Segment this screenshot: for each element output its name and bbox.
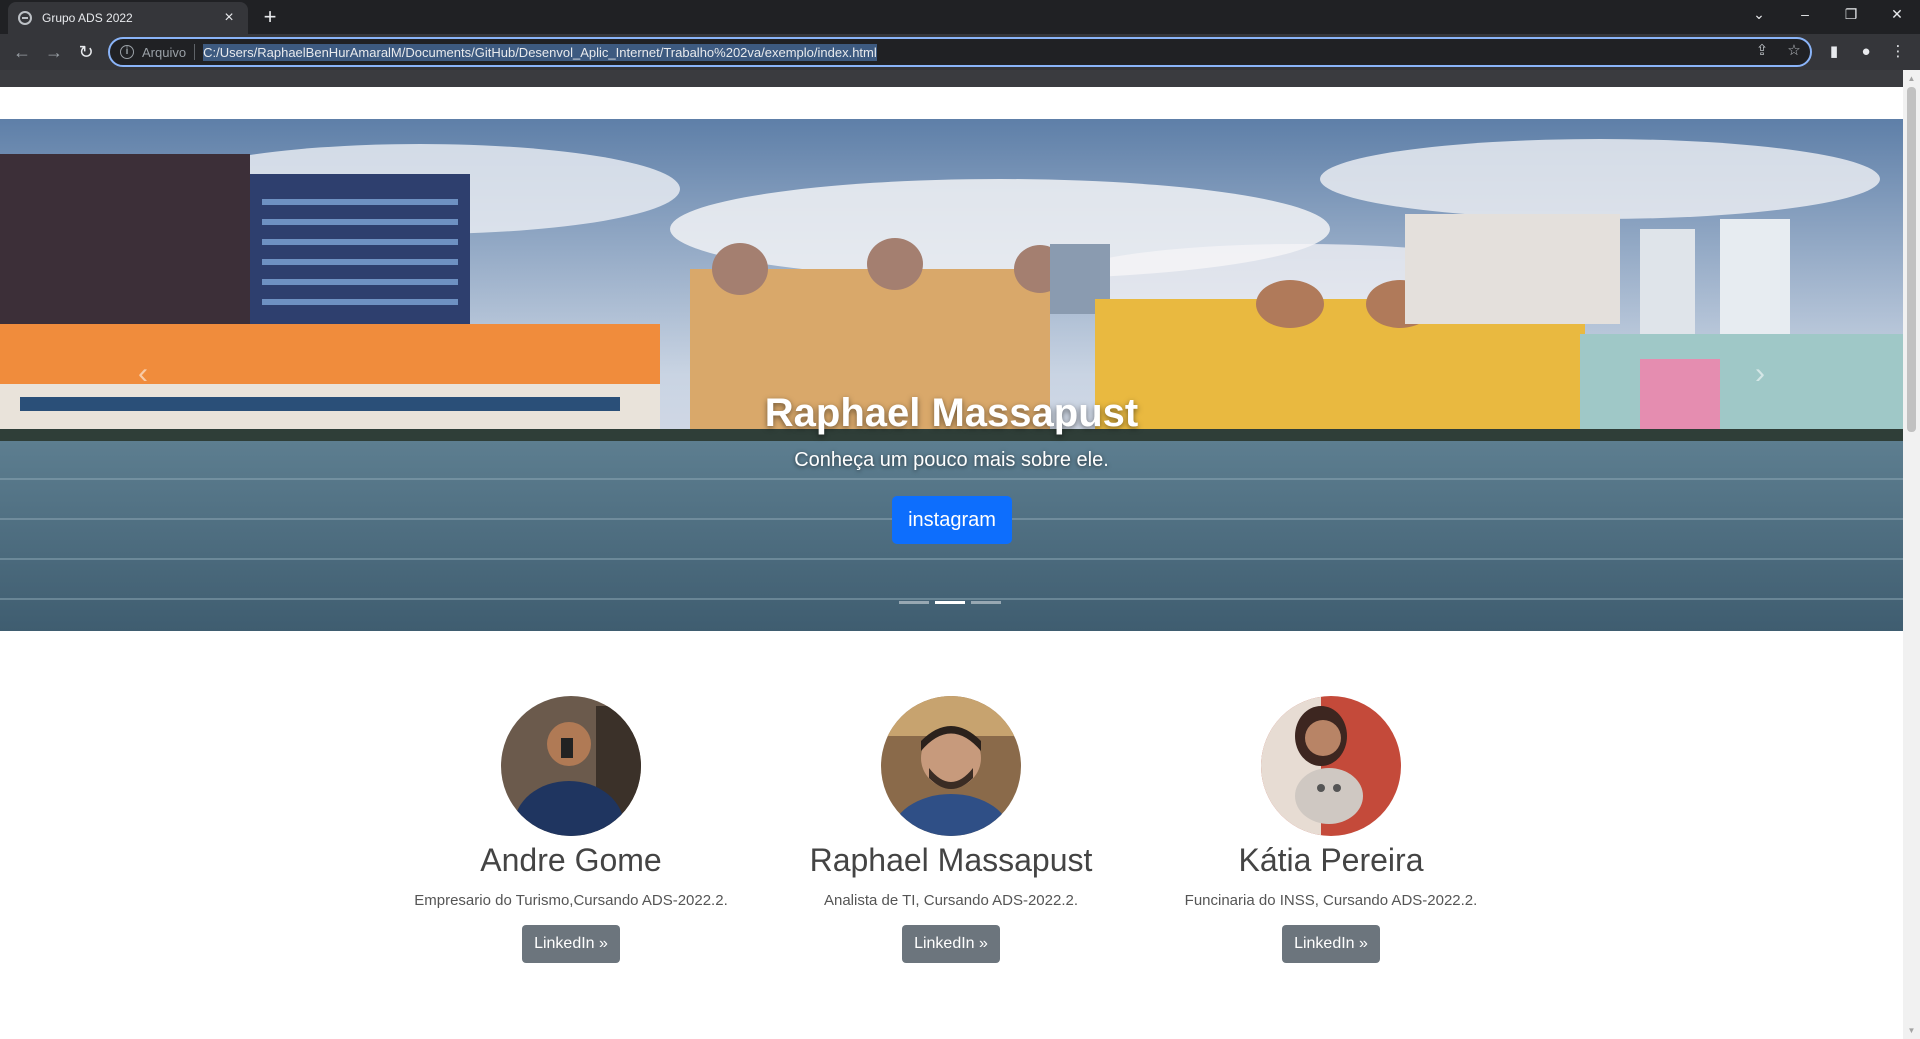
carousel-indicator-1[interactable] bbox=[899, 601, 929, 604]
member-name: Andre Gome bbox=[480, 842, 662, 878]
page-navbar bbox=[0, 70, 1903, 87]
hero-carousel: ‹ › Raphael Massapust Conheça um pouco m… bbox=[0, 119, 1903, 631]
carousel-image bbox=[0, 119, 1903, 631]
url-text[interactable]: C:/Users/RaphaelBenHurAmaralM/Documents/… bbox=[203, 43, 877, 61]
forward-icon[interactable]: → bbox=[42, 40, 66, 64]
scroll-up-icon[interactable]: ▲ bbox=[1903, 70, 1920, 87]
tab-close-icon[interactable]: × bbox=[220, 9, 238, 27]
side-panel-icon[interactable]: ▮ bbox=[1822, 40, 1846, 64]
avatar bbox=[1261, 696, 1401, 836]
linkedin-button[interactable]: LinkedIn » bbox=[522, 925, 620, 963]
menu-icon[interactable]: ⋮ bbox=[1886, 40, 1910, 64]
page-scrollbar[interactable]: ▲ ▼ bbox=[1903, 70, 1920, 1039]
member-description: Analista de TI, Cursando ADS-2022.2. bbox=[823, 892, 1079, 909]
browser-tabstrip: Grupo ADS 2022 × + ⌄ – ❐ ✕ bbox=[0, 0, 1920, 34]
profile-icon[interactable]: ● bbox=[1854, 40, 1878, 64]
new-tab-button[interactable]: + bbox=[258, 6, 282, 30]
carousel-indicator-2[interactable] bbox=[935, 601, 965, 604]
linkedin-button[interactable]: LinkedIn » bbox=[1282, 925, 1380, 963]
carousel-title: Raphael Massapust bbox=[764, 391, 1139, 435]
carousel-indicators bbox=[899, 601, 1001, 604]
tab-title: Grupo ADS 2022 bbox=[42, 11, 133, 25]
omnibox-divider bbox=[194, 44, 196, 60]
carousel-prev-icon[interactable]: ‹ bbox=[128, 359, 158, 389]
avatar bbox=[501, 696, 641, 836]
scheme-label: Arquivo bbox=[142, 44, 187, 60]
share-icon[interactable]: ⇪ bbox=[1752, 41, 1772, 59]
browser-toolbar: ← → ↻ i Arquivo C:/Users/RaphaelBenHurAm… bbox=[0, 34, 1920, 70]
info-icon[interactable]: i bbox=[120, 45, 134, 59]
member-name: Kátia Pereira bbox=[1238, 842, 1424, 878]
carousel-indicator-3[interactable] bbox=[971, 601, 1001, 604]
bookmark-star-icon[interactable]: ☆ bbox=[1784, 41, 1804, 59]
scroll-down-icon[interactable]: ▼ bbox=[1903, 1022, 1920, 1039]
minimize-button[interactable]: – bbox=[1782, 0, 1828, 30]
linkedin-button[interactable]: LinkedIn » bbox=[902, 925, 1000, 963]
avatar bbox=[881, 696, 1021, 836]
member-card: Andre Gome Empresario do Turismo,Cursand… bbox=[381, 696, 761, 963]
address-bar[interactable]: i Arquivo C:/Users/RaphaelBenHurAmaralM/… bbox=[108, 37, 1812, 67]
browser-tab[interactable]: Grupo ADS 2022 × bbox=[8, 2, 248, 34]
members-section: Andre Gome Empresario do Turismo,Cursand… bbox=[0, 696, 1903, 996]
close-window-button[interactable]: ✕ bbox=[1874, 0, 1920, 30]
carousel-next-icon[interactable]: › bbox=[1745, 359, 1775, 389]
member-card: Kátia Pereira Funcinaria do INSS, Cursan… bbox=[1141, 696, 1521, 963]
back-icon[interactable]: ← bbox=[10, 40, 34, 64]
globe-icon bbox=[18, 11, 32, 25]
carousel-subtitle: Conheça um pouco mais sobre ele. bbox=[794, 449, 1109, 471]
member-description: Empresario do Turismo,Cursando ADS-2022.… bbox=[414, 892, 728, 909]
reload-icon[interactable]: ↻ bbox=[74, 40, 98, 64]
page-viewport: ‹ › Raphael Massapust Conheça um pouco m… bbox=[0, 70, 1903, 1039]
member-card: Raphael Massapust Analista de TI, Cursan… bbox=[761, 696, 1141, 963]
member-name: Raphael Massapust bbox=[809, 842, 1093, 878]
member-description: Funcinaria do INSS, Cursando ADS-2022.2. bbox=[1184, 892, 1478, 909]
tab-search-icon[interactable]: ⌄ bbox=[1736, 0, 1782, 30]
instagram-button[interactable]: instagram bbox=[892, 496, 1012, 544]
scrollbar-thumb[interactable] bbox=[1907, 87, 1916, 432]
restore-button[interactable]: ❐ bbox=[1828, 0, 1874, 30]
